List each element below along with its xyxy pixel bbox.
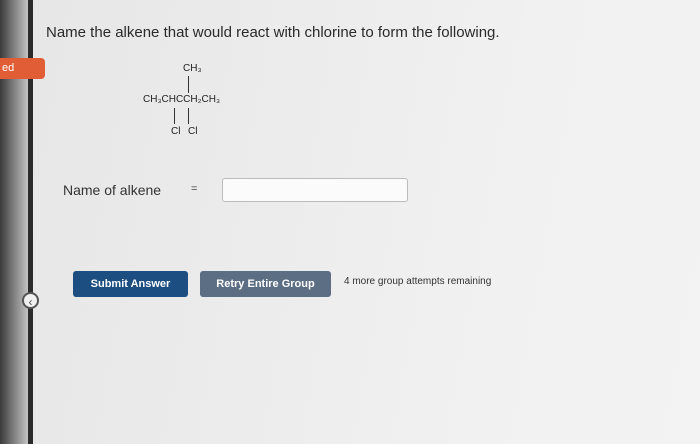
methyl-group-label: CH₃: [183, 63, 202, 74]
bond-line: [188, 108, 189, 124]
chlorine-label-right: Cl: [188, 126, 198, 137]
attempts-remaining-text: 4 more group attempts remaining: [344, 276, 492, 287]
equals-sign: =: [191, 183, 198, 195]
chemical-structure: CH₃ CH₃CHCCH₂CH₃ Cl Cl: [140, 60, 260, 140]
retry-group-button[interactable]: Retry Entire Group: [200, 271, 331, 297]
bond-line: [174, 108, 175, 124]
alkene-name-input[interactable]: [222, 178, 408, 202]
question-text: Name the alkene that would react with ch…: [46, 24, 500, 41]
answer-label: Name of alkene: [63, 182, 162, 198]
chlorine-label-left: Cl: [171, 126, 181, 137]
side-tab[interactable]: ed: [0, 58, 45, 79]
bond-line: [188, 76, 189, 93]
collapse-nav-icon[interactable]: ‹: [22, 292, 39, 309]
submit-answer-button[interactable]: Submit Answer: [73, 271, 188, 297]
main-chain-label: CH₃CHCCH₂CH₃: [143, 94, 221, 105]
